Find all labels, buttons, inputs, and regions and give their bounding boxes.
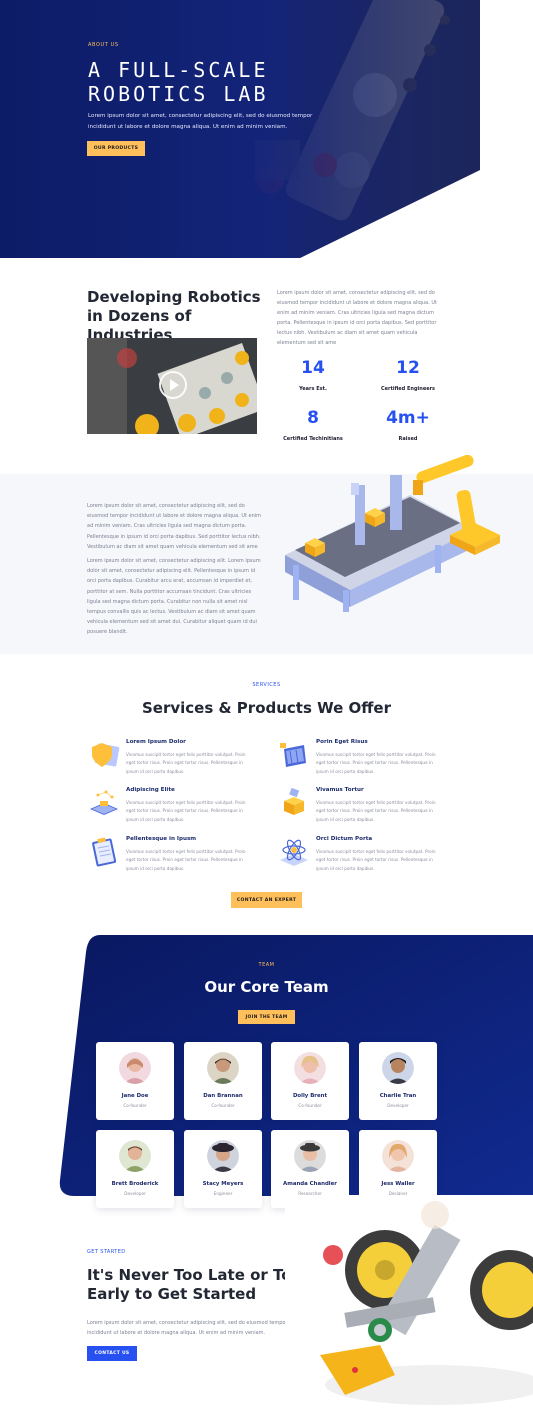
team-title: Our Core Team: [204, 978, 329, 996]
hero-title-line-2: ROBOTICS LAB: [88, 82, 269, 106]
avatar: [119, 1140, 151, 1172]
avatar: [294, 1052, 326, 1084]
service-title: Pellentesque in Ipusm: [126, 836, 197, 842]
hero-title: A FULL-SCALE ROBOTICS LAB: [88, 58, 388, 106]
service-item: Porin Eget Risus Vivamus suscipit tortor…: [278, 739, 453, 781]
stat-raised-label: Raised: [398, 436, 418, 442]
stat-years-label: Years Est.: [299, 386, 327, 392]
package-icon: [284, 787, 304, 815]
service-title: Vivamus Tortur: [316, 787, 364, 793]
service-description: Vivamus suscipit tortor eget felis portt…: [126, 752, 246, 774]
service-item: Adipiscing Elite Vivamus suscipit tortor…: [88, 787, 263, 829]
team-eyebrow: TEAM: [258, 962, 275, 968]
avatar: [382, 1140, 414, 1172]
about-title: Developing Robotics in Dozens of Industr…: [87, 288, 261, 344]
member-name: Dolly Brent: [292, 1093, 328, 1099]
manufacturing-paragraph-1: Lorem ipsum dolor sit amet, consectetur …: [87, 503, 262, 550]
cta-text: Lorem ipsum dolor sit amet, consectetur …: [87, 1320, 288, 1336]
service-item: Pellentesque in Ipusm Vivamus suscipit t…: [88, 836, 263, 878]
member-role: Developer: [124, 1191, 146, 1196]
atom-icon: [280, 839, 308, 866]
cta-eyebrow: GET STARTED: [87, 1249, 126, 1255]
services-title: Services & Products We Offer: [141, 699, 392, 717]
contact-expert-button[interactable]: CONTACT AN EXPERT: [231, 892, 302, 908]
team-card[interactable]: Dan Brannan Co-founder: [184, 1042, 262, 1120]
hero-title-line-1: A FULL-SCALE: [88, 58, 269, 82]
stat-years-value: 14: [301, 358, 325, 378]
member-role: Developer: [387, 1103, 409, 1108]
service-description: Vivamus suscipit tortor eget felis portt…: [316, 752, 436, 774]
team-card[interactable]: Jane Doe Co-founder: [96, 1042, 174, 1120]
avatar: [119, 1052, 151, 1084]
service-title: Porin Eget Risus: [316, 739, 368, 745]
join-team-button[interactable]: JOIN THE TEAM: [238, 1010, 295, 1024]
play-icon[interactable]: [159, 371, 187, 399]
team-section-background: [59, 935, 533, 1196]
service-title: Adipiscing Elite: [126, 787, 175, 793]
stat-engineers-label: Certified Engineers: [380, 386, 436, 392]
member-name: Stacy Meyers: [202, 1181, 244, 1187]
service-item: Lorem Ipsum Dolor Vivamus suscipit torto…: [88, 739, 263, 781]
avatar: [294, 1140, 326, 1172]
team-card[interactable]: Charlie Tran Developer: [359, 1042, 437, 1120]
cta-title: It's Never Too Late or Too Early to Get …: [87, 1266, 302, 1303]
member-role: Co-founder: [123, 1103, 147, 1108]
member-name: Jane Doe: [121, 1093, 149, 1099]
service-description: Vivamus suscipit tortor eget felis portt…: [316, 800, 436, 822]
manufacturing-paragraph-2: Lorem ipsum dolor sit amet, consectetur …: [87, 558, 261, 636]
member-name: Charlie Tran: [379, 1093, 417, 1099]
circuit-board-icon: [90, 790, 118, 815]
conveyor-robot-illustration: [285, 455, 500, 612]
about-video-thumbnail[interactable]: [87, 338, 257, 434]
services-eyebrow: SERVICES: [252, 682, 281, 688]
stat-engineers-value: 12: [396, 358, 420, 378]
member-name: Amanda Chandler: [283, 1181, 337, 1187]
member-role: Co-founder: [298, 1103, 322, 1108]
contact-us-button[interactable]: CONTACT US: [87, 1346, 137, 1361]
shield-icon: [92, 743, 120, 767]
service-item: Vivamus Tortur Vivamus suscipit tortor e…: [278, 787, 453, 829]
solar-panel-icon: [280, 743, 306, 767]
hero-section: ABOUT US A FULL-SCALE ROBOTICS LAB Lorem…: [0, 0, 533, 258]
service-description: Vivamus suscipit tortor eget felis portt…: [126, 800, 246, 822]
member-role: Co-founder: [211, 1103, 235, 1108]
clipboard-icon: [92, 837, 117, 867]
service-title: Orci Dictum Porta: [316, 836, 373, 842]
about-text: Lorem ipsum dolor sit amet, consectetur …: [277, 290, 437, 346]
service-item: Orci Dictum Porta Vivamus suscipit torto…: [278, 836, 453, 878]
stat-raised-value: 4m+: [386, 408, 430, 428]
team-card[interactable]: Dolly Brent Co-founder: [271, 1042, 349, 1120]
team-card[interactable]: Stacy Meyers Engineer: [184, 1130, 262, 1208]
stat-technicians-value: 8: [307, 408, 319, 428]
service-description: Vivamus suscipit tortor eget felis portt…: [316, 849, 436, 871]
robot-car-image: [285, 1195, 533, 1412]
stat-technicians-label: Certified Techinitians: [283, 436, 343, 442]
member-name: Jess Waller: [381, 1181, 415, 1187]
avatar: [207, 1052, 239, 1084]
our-products-button[interactable]: OUR PRODUCTS: [87, 141, 145, 156]
member-name: Brett Broderick: [111, 1181, 159, 1187]
service-description: Vivamus suscipit tortor eget felis portt…: [126, 849, 246, 871]
member-name: Dan Brannan: [203, 1093, 243, 1099]
member-role: Engineer: [213, 1191, 233, 1196]
hero-subtitle: Lorem ipsum dolor sit amet, consectetur …: [88, 113, 313, 130]
hero-eyebrow: ABOUT US: [88, 42, 119, 48]
service-title: Lorem Ipsum Dolor: [126, 739, 186, 745]
avatar: [207, 1140, 239, 1172]
avatar: [382, 1052, 414, 1084]
team-card[interactable]: Brett Broderick Developer: [96, 1130, 174, 1208]
